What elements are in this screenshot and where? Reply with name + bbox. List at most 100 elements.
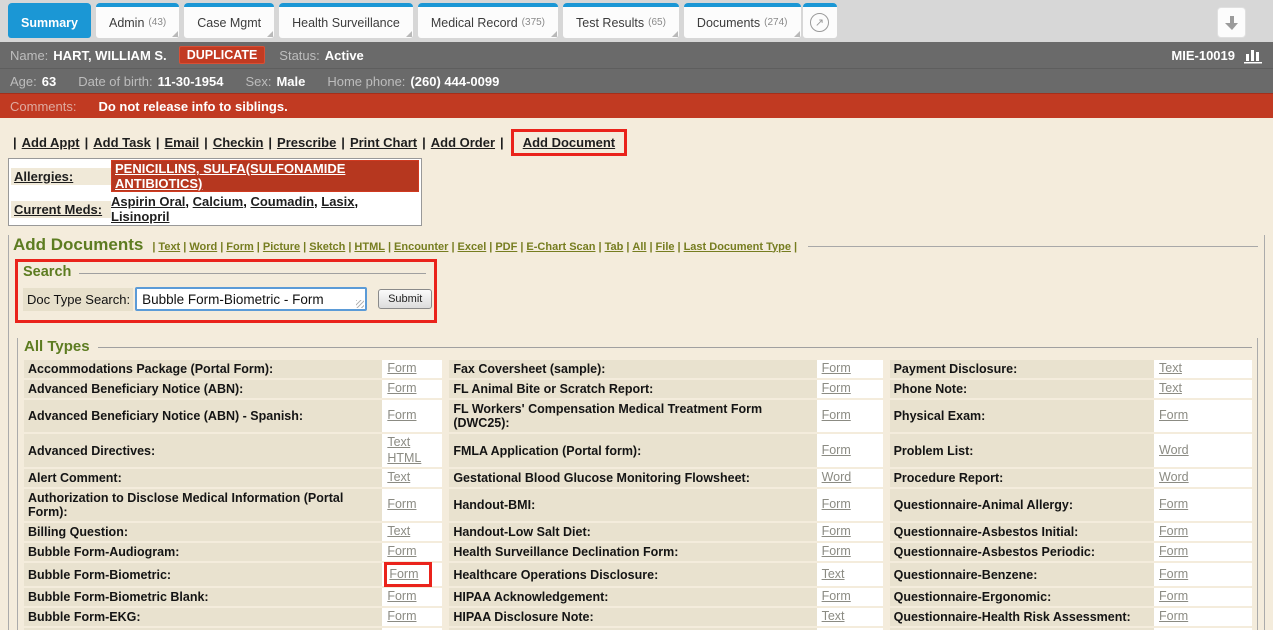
create-form-link[interactable]: Form — [1159, 589, 1188, 605]
tab-health-surveillance[interactable]: Health Surveillance — [279, 3, 413, 38]
create-html-link[interactable]: HTML — [387, 451, 421, 467]
separator: | — [341, 135, 345, 150]
med-link-aspirin-oral[interactable]: Aspirin Oral — [111, 194, 185, 209]
create-form-link[interactable]: Form — [387, 544, 416, 560]
comments-text: Do not release info to siblings. — [98, 99, 287, 114]
search-annotation-box: Search Doc Type Search: Submit — [15, 259, 437, 323]
submit-button[interactable]: Submit — [378, 289, 432, 309]
create-text-link[interactable]: Text — [822, 609, 845, 625]
action-add-task[interactable]: Add Task — [93, 135, 151, 150]
action-print-chart[interactable]: Print Chart — [350, 135, 417, 150]
status-label: Status: — [279, 48, 319, 63]
tab-overflow-button[interactable]: ↗ — [803, 3, 837, 38]
doc-type-link-word[interactable]: Word — [189, 241, 217, 253]
create-form-link[interactable]: Form — [387, 589, 416, 605]
tab-admin[interactable]: Admin(43) — [96, 3, 179, 38]
doc-type-link-cell: Form — [1154, 400, 1252, 432]
action-email[interactable]: Email — [164, 135, 199, 150]
download-icon — [1224, 15, 1240, 31]
create-text-link[interactable]: Text — [1159, 361, 1182, 377]
create-form-link[interactable]: Form — [822, 524, 851, 540]
sex-group: Sex: Male — [245, 74, 305, 89]
action-add-appt[interactable]: Add Appt — [22, 135, 80, 150]
meds-list: Aspirin Oral, Calcium, Coumadin, Lasix, … — [111, 194, 419, 224]
create-form-link[interactable]: Form — [1159, 408, 1188, 424]
tab-test-results[interactable]: Test Results(65) — [563, 3, 679, 38]
doc-type-name: HIPAA Disclosure Note: — [449, 608, 816, 626]
create-form-link[interactable]: Form — [389, 567, 418, 581]
create-text-link[interactable]: Text — [1159, 381, 1182, 397]
create-text-link[interactable]: Text — [822, 567, 845, 583]
doc-type-link-last-document-type[interactable]: Last Document Type — [684, 241, 791, 253]
create-form-link[interactable]: Form — [387, 609, 416, 625]
doc-type-link-html[interactable]: HTML — [354, 241, 385, 253]
doc-type-link-text[interactable]: Text — [158, 241, 180, 253]
create-word-link[interactable]: Word — [1159, 443, 1189, 459]
doc-type-link-all[interactable]: All — [632, 241, 646, 253]
phone-value: (260) 444-0099 — [410, 74, 499, 89]
doc-type-link-sketch[interactable]: Sketch — [309, 241, 345, 253]
all-types-table: Accommodations Package (Portal Form):For… — [24, 360, 1252, 630]
doc-type-link-e-chart-scan[interactable]: E-Chart Scan — [526, 241, 595, 253]
create-form-link[interactable]: Form — [822, 544, 851, 560]
create-form-link[interactable]: Form — [387, 361, 416, 377]
action-add-document[interactable]: Add Document — [523, 135, 615, 150]
doc-type-link-file[interactable]: File — [656, 241, 675, 253]
tab-summary[interactable]: Summary — [8, 3, 91, 38]
separator: | — [599, 241, 602, 253]
create-form-link[interactable]: Form — [1159, 497, 1188, 513]
action-add-order[interactable]: Add Order — [431, 135, 495, 150]
med-link-calcium[interactable]: Calcium — [193, 194, 244, 209]
doc-type-link-cell: Text — [817, 608, 883, 626]
doc-type-name: Physical Exam: — [890, 400, 1154, 432]
action-checkin[interactable]: Checkin — [213, 135, 264, 150]
create-form-link[interactable]: Form — [1159, 609, 1188, 625]
med-link-lisinopril[interactable]: Lisinopril — [111, 209, 170, 224]
tab-fold-icon — [172, 31, 178, 37]
create-text-link[interactable]: Text — [387, 470, 410, 486]
doc-type-search-input[interactable] — [135, 287, 367, 311]
tab-medical-record[interactable]: Medical Record(375) — [418, 3, 558, 38]
create-form-link[interactable]: Form — [822, 497, 851, 513]
separator: | — [388, 241, 391, 253]
doc-type-entry: Payment Disclosure:Text — [890, 360, 1252, 378]
create-form-link[interactable]: Form — [822, 443, 851, 459]
allergy-value-link[interactable]: PENICILLINS, SULFA(SULFONAMIDE ANTIBIOTI… — [115, 161, 345, 191]
chart-icon[interactable] — [1243, 47, 1263, 64]
doc-type-link-form[interactable]: Form — [226, 241, 254, 253]
current-meds-link[interactable]: Current Meds: — [14, 202, 102, 217]
resize-grip-icon[interactable] — [356, 300, 364, 308]
search-row: Doc Type Search: Submit — [23, 287, 426, 311]
create-text-link[interactable]: Text — [387, 435, 410, 451]
create-form-link[interactable]: Form — [822, 408, 851, 424]
med-link-lasix[interactable]: Lasix — [321, 194, 354, 209]
tab-case-mgmt[interactable]: Case Mgmt — [184, 3, 274, 38]
create-form-link[interactable]: Form — [387, 408, 416, 424]
create-form-link[interactable]: Form — [822, 589, 851, 605]
doc-type-link-excel[interactable]: Excel — [458, 241, 487, 253]
create-word-link[interactable]: Word — [822, 470, 852, 486]
create-form-link[interactable]: Form — [822, 361, 851, 377]
create-form-link[interactable]: Form — [1159, 524, 1188, 540]
separator: | — [794, 241, 797, 253]
doc-type-link-picture[interactable]: Picture — [263, 241, 300, 253]
med-link-coumadin[interactable]: Coumadin — [250, 194, 314, 209]
download-button[interactable] — [1217, 7, 1246, 38]
action-prescribe[interactable]: Prescribe — [277, 135, 336, 150]
tab-documents[interactable]: Documents(274) — [684, 3, 801, 38]
create-form-link[interactable]: Form — [387, 497, 416, 513]
doc-type-link-cell: Form — [817, 400, 883, 432]
create-text-link[interactable]: Text — [387, 524, 410, 540]
doc-type-name: Problem List: — [890, 434, 1154, 467]
doc-type-link-tab[interactable]: Tab — [605, 241, 624, 253]
doc-type-entry: Procedure Report:Word — [890, 469, 1252, 487]
create-form-link[interactable]: Form — [1159, 544, 1188, 560]
doc-type-link-encounter[interactable]: Encounter — [394, 241, 448, 253]
create-form-link[interactable]: Form — [822, 381, 851, 397]
doc-type-link-pdf[interactable]: PDF — [495, 241, 517, 253]
create-form-link[interactable]: Form — [387, 381, 416, 397]
doc-type-link-cell: Word — [817, 469, 883, 487]
allergies-link[interactable]: Allergies: — [14, 169, 73, 184]
create-word-link[interactable]: Word — [1159, 470, 1189, 486]
create-form-link[interactable]: Form — [1159, 567, 1188, 583]
